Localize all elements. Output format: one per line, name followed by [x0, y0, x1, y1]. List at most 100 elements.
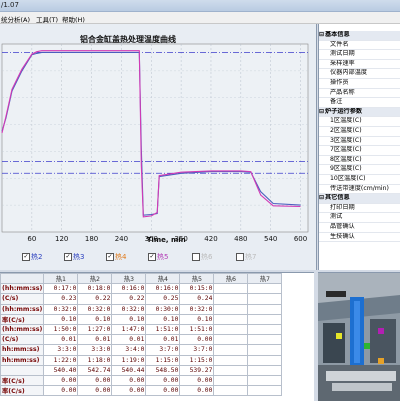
row-label: 率(C/s)	[0, 374, 45, 387]
info-row: 采样速率	[319, 60, 400, 70]
table-cell: 3:4:0	[111, 344, 147, 356]
table-cell	[247, 303, 283, 315]
table-cell: 0.25	[145, 293, 181, 305]
table-cell	[213, 313, 249, 325]
table-cell	[247, 374, 283, 387]
info-row: 备注	[319, 98, 400, 108]
legend-checkbox[interactable]	[236, 253, 244, 261]
table-cell: 0.10	[77, 313, 113, 325]
table-cell: 0.00	[179, 374, 215, 387]
x-tick-label: 540	[264, 235, 277, 243]
info-row-label: 1区温度(C)	[330, 117, 362, 125]
info-row-label: 测试日期	[330, 50, 355, 58]
row-label	[0, 364, 45, 376]
row-label: hh:mm:ss)	[0, 354, 45, 366]
legend-checkbox[interactable]: ✓	[64, 253, 72, 261]
table-cell: 1:27:0	[77, 323, 113, 336]
table-cell: 1:51:0	[145, 323, 181, 336]
x-tick-label: 120	[55, 235, 68, 243]
table-header-cell: 热3	[111, 272, 147, 285]
table-cell: 1:18:0	[77, 354, 113, 366]
info-section-header[interactable]: ⊟ 其它信息	[319, 194, 400, 204]
camera-view-image	[318, 272, 400, 401]
table-cell: 0.10	[145, 313, 181, 325]
table-cell: 0.00	[43, 385, 79, 397]
row-label: (hh:mm:ss)	[0, 303, 45, 315]
collapse-icon[interactable]: ⊟	[319, 31, 324, 39]
collapse-icon[interactable]: ⊟	[319, 108, 324, 116]
table-cell	[213, 283, 249, 295]
table-row: (C/s) 0.23 0.22 0.22 0.25 0.24	[0, 293, 283, 305]
info-row-label: 7区温度(C)	[330, 146, 362, 154]
row-label: (hh:mm:ss)	[0, 283, 45, 295]
info-section-header[interactable]: ⊟ 炉子运行参数	[319, 107, 400, 118]
info-row: 仪器内部温度	[319, 69, 400, 79]
info-row: 8区温度(C)	[319, 156, 400, 166]
table-cell: 0:16:0	[145, 283, 181, 295]
legend-checkbox[interactable]: ✓	[22, 253, 30, 261]
info-row: 9区温度(C)	[319, 165, 400, 175]
legend-item[interactable]: ✓ 热3	[64, 252, 84, 262]
table-cell: 0.22	[111, 293, 147, 305]
info-row: 产品名称	[319, 89, 400, 99]
table-cell: 0.00	[77, 374, 113, 387]
table-cell: 1:51:0	[179, 323, 215, 336]
legend-label: 热3	[73, 253, 85, 261]
info-row-label: 操作员	[330, 79, 349, 86]
table-cell: 0:32:0	[77, 303, 113, 315]
info-row: 10区温度(C)	[319, 175, 400, 185]
table-cell	[247, 323, 283, 336]
legend-item[interactable]: 热6	[192, 252, 212, 262]
legend-item[interactable]: 热7	[236, 252, 256, 262]
table-cell	[247, 364, 283, 376]
factory-photo	[318, 273, 400, 401]
info-row-label: 传送带速度(cm/min)	[330, 184, 389, 192]
legend-checkbox[interactable]	[192, 253, 200, 261]
info-row: 品管确认	[319, 223, 400, 233]
table-cell: 540.40	[43, 364, 79, 376]
table-row: 率(C/s) 0.10 0.10 0.10 0.10 0.10	[0, 313, 283, 325]
legend-label: 热4	[115, 253, 127, 261]
chart-panel: 60 120 180 240 300 360 420 480 540 600 Time, min 铝…	[0, 24, 317, 270]
info-row-label: 8区温度(C)	[330, 155, 362, 163]
x-tick-label: 180	[85, 235, 98, 243]
info-row-label: 备注	[330, 98, 343, 106]
table-cell: 0.23	[43, 293, 79, 305]
x-tick-label: 240	[115, 235, 128, 243]
table-cell: 0:32:0	[43, 303, 79, 315]
menu-help[interactable]: 帮助(H)	[62, 14, 85, 24]
legend-checkbox[interactable]: ✓	[106, 253, 114, 261]
collapse-icon[interactable]: ⊟	[319, 194, 324, 202]
info-row-label: 采样速率	[330, 59, 355, 67]
table-cell: 1:50:0	[43, 323, 79, 336]
table-cell	[247, 385, 283, 397]
legend-checkbox[interactable]: ✓	[148, 253, 156, 261]
menu-tools[interactable]: 工具(T)	[36, 14, 58, 24]
table-cell	[213, 364, 249, 376]
series-legend: ✓ 热2 ✓ 热3 ✓ 热4 ✓ 热5 热6 热7	[0, 252, 316, 264]
table-cell: 1:47:0	[111, 323, 147, 336]
table-cell: 0:18:0	[77, 283, 113, 295]
info-section-header[interactable]: ⊟ 基本信息	[319, 31, 400, 41]
table-cell	[247, 344, 283, 356]
info-row: 测试	[319, 213, 400, 223]
table-cell: 0.10	[179, 313, 215, 325]
info-row: 3区温度(C)	[319, 137, 400, 147]
legend-item[interactable]: ✓ 热4	[106, 252, 126, 262]
table-cell: 0:16:0	[111, 283, 147, 295]
table-cell: 3:7:0	[179, 344, 215, 356]
menu-analysis[interactable]: 统分析(A)	[1, 14, 30, 24]
x-axis-unit-label: Time, min	[147, 236, 186, 244]
legend-item[interactable]: ✓ 热2	[22, 252, 42, 262]
table-cell: 0.01	[111, 334, 147, 346]
info-row-label: 10区温度(C)	[330, 175, 366, 182]
table-cell: 0.00	[43, 374, 79, 387]
table-header-cell: 热7	[247, 272, 283, 285]
table-cell: 0.00	[145, 385, 181, 397]
table-cell: 0.01	[43, 334, 79, 346]
table-cell: 0:32:0	[111, 303, 147, 315]
table-cell: 1:15:0	[145, 354, 181, 366]
legend-item[interactable]: ✓ 热5	[148, 252, 168, 262]
table-row: 率(C/s) 0.00 0.00 0.00 0.00 0.00	[0, 374, 283, 387]
stats-table: 热1 热2 热3 热4 热5 热6 热7 (hh:mm:ss) 0:17:0 0:18:0 0:1…	[0, 272, 283, 397]
